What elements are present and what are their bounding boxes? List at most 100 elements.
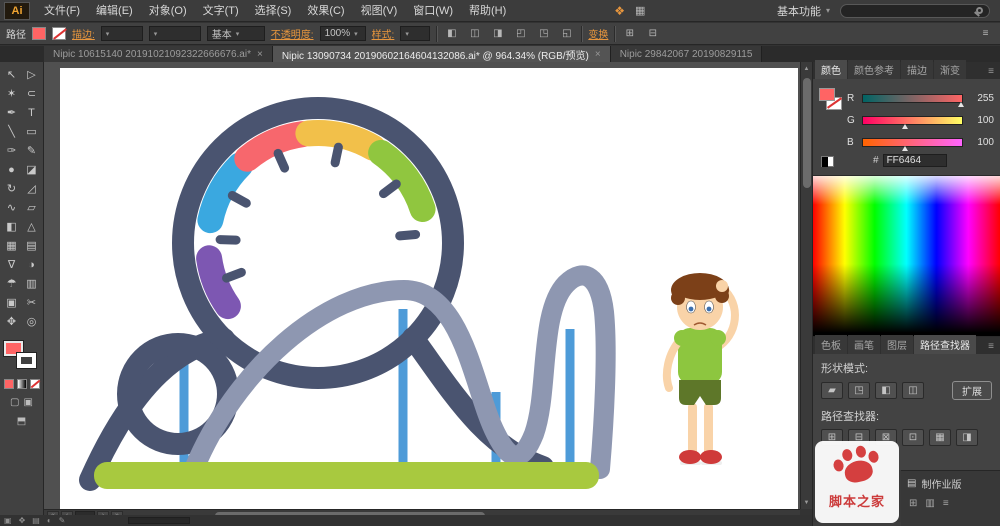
- document-tab-2-active[interactable]: Nipic 13090734 20190602164604132086.ai* …: [272, 46, 611, 62]
- boy-sleeve[interactable]: [710, 330, 726, 346]
- menu-help[interactable]: 帮助(H): [461, 0, 514, 22]
- gradient-mode-button[interactable]: [16, 379, 27, 389]
- scroll-down-icon[interactable]: ▼: [801, 497, 812, 508]
- vertical-scroll-thumb[interactable]: [803, 78, 811, 188]
- scroll-up-icon[interactable]: ▲: [801, 63, 812, 74]
- crop-button[interactable]: ⊡: [902, 429, 924, 446]
- type-tool[interactable]: T: [22, 103, 42, 122]
- zoom-tool[interactable]: ◎: [22, 312, 42, 331]
- graphic-style-link[interactable]: 样式:: [372, 26, 395, 41]
- slider-handle[interactable]: [958, 101, 964, 107]
- rotate-tool[interactable]: ↻: [2, 179, 22, 198]
- menu-object[interactable]: 对象(O): [141, 0, 195, 22]
- symbol-sprayer-tool[interactable]: ☂: [2, 274, 22, 293]
- align-bottom-icon[interactable]: ◱: [558, 26, 575, 41]
- selection-tool[interactable]: ↖: [2, 65, 22, 84]
- screen-mode-icon[interactable]: ⬒: [17, 416, 26, 427]
- fill-color-swatch[interactable]: [32, 27, 46, 40]
- opacity-panel-link[interactable]: 不透明度:: [271, 26, 314, 41]
- hand-tool[interactable]: ✥: [2, 312, 22, 331]
- black-white-swatch[interactable]: [821, 156, 834, 167]
- blue-slider[interactable]: [862, 137, 963, 151]
- panel-fill-swatch[interactable]: [819, 88, 835, 101]
- tab-color-guide[interactable]: 颜色参考: [848, 60, 900, 79]
- slider-handle[interactable]: [901, 123, 908, 129]
- boy-leg[interactable]: [688, 403, 697, 455]
- eyedropper-tool[interactable]: ∇: [2, 255, 22, 274]
- none-mode-button[interactable]: [29, 379, 40, 389]
- tab-stroke[interactable]: 描边: [901, 60, 933, 79]
- align-middle-icon[interactable]: ◳: [535, 26, 552, 41]
- pen-tool[interactable]: ✒: [2, 103, 22, 122]
- scale-tool[interactable]: ◿: [22, 179, 42, 198]
- pencil-tool[interactable]: ✎: [22, 141, 42, 160]
- variable-width-dropdown[interactable]: ▾: [148, 26, 201, 41]
- boy-leg[interactable]: [704, 403, 713, 455]
- gradient-tool[interactable]: ▤: [22, 236, 42, 255]
- boy-shorts[interactable]: [679, 380, 721, 405]
- tab-color[interactable]: 颜色: [815, 60, 847, 79]
- document-tab-1[interactable]: Nipic 10615140 20191021092322666676.ai* …: [44, 46, 273, 62]
- status-icon-1[interactable]: ▣: [4, 516, 12, 525]
- exclude-button[interactable]: ◫: [902, 382, 924, 399]
- green-value[interactable]: 100: [968, 115, 994, 126]
- eraser-tool[interactable]: ◪: [22, 160, 42, 179]
- hex-value-field[interactable]: FF6464: [882, 154, 947, 167]
- options-icon[interactable]: ≡: [943, 498, 949, 509]
- unite-button[interactable]: ▰: [821, 382, 843, 399]
- status-field[interactable]: [128, 517, 191, 524]
- transform-panel-link[interactable]: 变换: [588, 26, 608, 41]
- red-slider[interactable]: [862, 93, 964, 107]
- artboard-tool[interactable]: ▣: [2, 293, 22, 312]
- slider-handle[interactable]: [901, 145, 908, 151]
- tab-pathfinder[interactable]: 路径查找器: [914, 335, 976, 354]
- opacity-dropdown[interactable]: 100% ▾: [319, 26, 366, 41]
- toolbar-stroke-swatch[interactable]: [17, 353, 36, 368]
- boy-hand-on-head[interactable]: [716, 280, 728, 292]
- tab-layers[interactable]: 图层: [881, 335, 913, 354]
- menu-edit[interactable]: 编辑(E): [88, 0, 141, 22]
- menu-effect[interactable]: 效果(C): [299, 0, 352, 22]
- gear-tooth[interactable]: [222, 267, 246, 283]
- arrange-documents-icon[interactable]: ▦: [635, 4, 645, 17]
- graphic-style-dropdown[interactable]: ▾: [400, 26, 431, 41]
- perspective-grid-tool[interactable]: △: [22, 217, 42, 236]
- artwork-svg[interactable]: [44, 62, 800, 509]
- close-icon[interactable]: ×: [595, 49, 601, 60]
- slice-tool[interactable]: ✂: [22, 293, 42, 312]
- gear-tooth[interactable]: [215, 235, 241, 245]
- menu-file[interactable]: 文件(F): [36, 0, 88, 22]
- direct-selection-tool[interactable]: ▷: [22, 65, 42, 84]
- vertical-scrollbar[interactable]: ▲ ▼: [800, 62, 812, 509]
- boy-sleeve[interactable]: [674, 330, 690, 346]
- minus-front-button[interactable]: ◳: [848, 382, 870, 399]
- menu-type[interactable]: 文字(T): [195, 0, 247, 22]
- panel-menu-icon[interactable]: ≡: [984, 339, 998, 354]
- blue-value[interactable]: 100: [968, 137, 994, 148]
- gear-tooth[interactable]: [330, 142, 343, 168]
- gear-tooth[interactable]: [227, 191, 251, 208]
- boy-illustration[interactable]: [662, 273, 739, 465]
- color-mode-button[interactable]: [3, 379, 14, 389]
- intersect-button[interactable]: ◧: [875, 382, 897, 399]
- new-item-icon[interactable]: ⊞: [909, 498, 917, 509]
- app-bar-icon[interactable]: ❖: [614, 4, 625, 18]
- brush-definition-dropdown[interactable]: 基本 ▾: [206, 26, 265, 41]
- width-tool[interactable]: ∿: [2, 198, 22, 217]
- paintbrush-tool[interactable]: ✑: [2, 141, 22, 160]
- workspace-switcher[interactable]: 基本功能 ▾: [777, 3, 830, 19]
- minus-back-button[interactable]: ◨: [956, 429, 978, 446]
- roller-coaster-illustration[interactable]: [79, 97, 616, 491]
- search-input[interactable]: [840, 3, 990, 18]
- draw-behind-icon[interactable]: ▣: [24, 397, 33, 408]
- menu-window[interactable]: 窗口(W): [405, 0, 461, 22]
- tab-brushes[interactable]: 画笔: [848, 335, 880, 354]
- status-icon-2[interactable]: ✥: [19, 516, 26, 525]
- delete-item-icon[interactable]: ▥: [925, 498, 934, 509]
- gear-tooth[interactable]: [395, 230, 421, 241]
- align-right-icon[interactable]: ◨: [489, 26, 506, 41]
- status-icon-3[interactable]: ▤: [32, 516, 40, 525]
- boy-hair-side[interactable]: [671, 291, 685, 305]
- grass-base[interactable]: [94, 462, 599, 489]
- color-spectrum[interactable]: [813, 175, 1000, 337]
